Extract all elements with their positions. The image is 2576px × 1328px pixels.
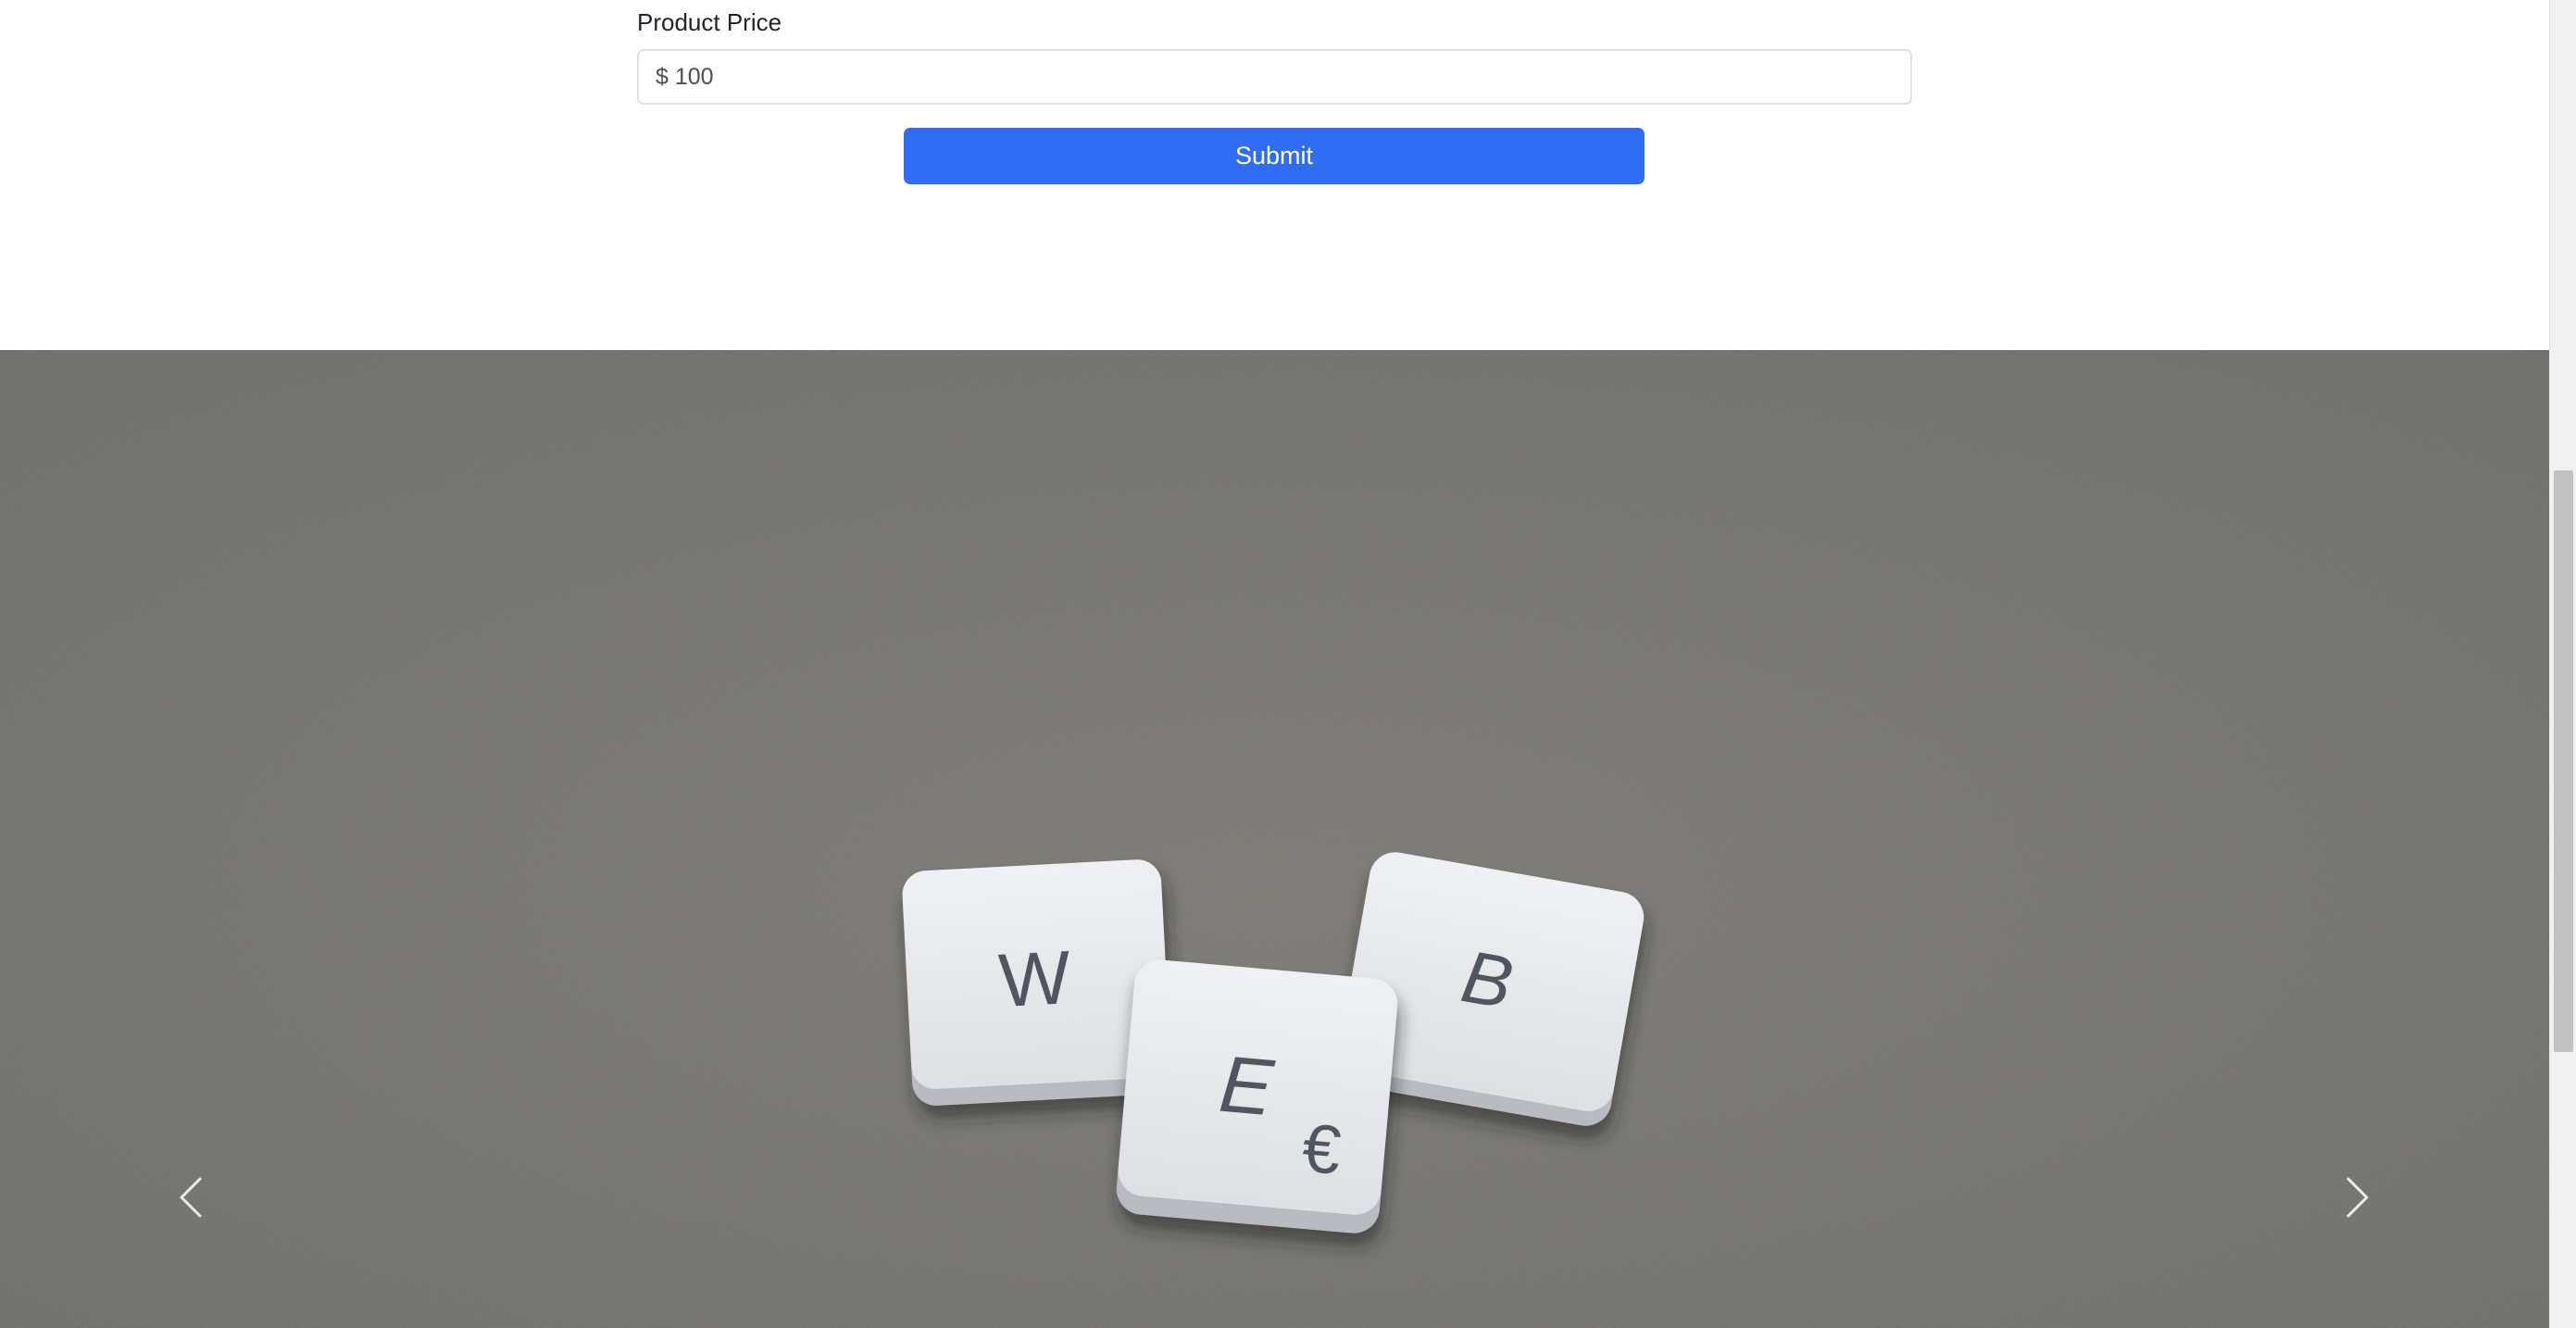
main-content: Product Price Submit (0, 0, 2549, 1328)
vertical-scrollbar[interactable] (2549, 0, 2576, 1328)
page: Product Price Submit (0, 0, 2576, 1328)
svg-text:W: W (996, 935, 1073, 1023)
product-price-input[interactable] (637, 49, 1912, 105)
svg-text:E: E (1216, 1040, 1278, 1134)
carousel-next-button[interactable] (2302, 1142, 2413, 1253)
image-carousel: W B E € (0, 350, 2549, 1328)
tile-e: E € (1116, 959, 1398, 1234)
product-price-label: Product Price (637, 8, 782, 36)
svg-text:€: € (1299, 1109, 1344, 1189)
scrollbar-thumb[interactable] (2554, 470, 2573, 1052)
chevron-right-icon (2346, 1177, 2369, 1218)
chevron-left-icon (180, 1177, 202, 1218)
carousel-prev-button[interactable] (135, 1142, 246, 1253)
carousel-slide-image: W B E € (0, 350, 2549, 1328)
submit-button[interactable]: Submit (904, 128, 1644, 184)
